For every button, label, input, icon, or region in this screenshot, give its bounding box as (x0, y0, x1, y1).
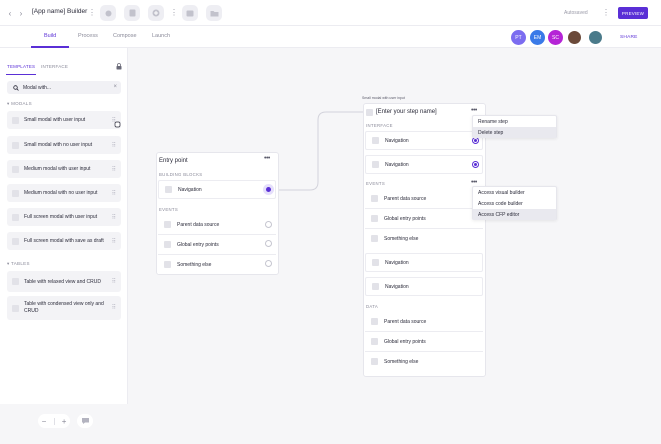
cfp-editor-item[interactable]: Access CFP editor (473, 209, 556, 220)
event-label: Navigation (385, 283, 409, 290)
step-name-input[interactable]: [Enter your step name] (376, 109, 437, 115)
delete-step-item[interactable]: Delete step (473, 127, 556, 138)
event-label: Navigation (385, 259, 409, 266)
block-label: Navigation (178, 186, 202, 193)
entry-point-title: Entry point (159, 158, 188, 164)
event-radio[interactable] (265, 240, 272, 247)
event-thumb (371, 215, 378, 222)
interface-label: INTERFACE (366, 123, 393, 128)
event-label: Global entry points (384, 215, 426, 222)
block-row[interactable]: Navigation (158, 180, 276, 199)
event-label: Global entry points (177, 241, 219, 248)
step-thumb (366, 109, 373, 116)
event-label: Parent data source (384, 195, 427, 202)
event-thumb (371, 235, 378, 242)
event-row[interactable]: Parent data source (158, 215, 276, 234)
interface-label-text: Navigation (385, 137, 409, 144)
interface-thumb (372, 137, 379, 144)
data-label-text: Something else (384, 358, 419, 365)
flow-connectors (274, 111, 367, 191)
entry-more-icon[interactable]: ••• (264, 155, 270, 162)
step-event-row[interactable]: Parent data source (365, 189, 483, 208)
step-more-icon[interactable]: ••• (471, 107, 477, 114)
step-event-row[interactable]: Navigation (365, 277, 483, 296)
entry-events-label: EVENTS (159, 207, 178, 212)
visual-builder-item[interactable]: Access visual builder (473, 187, 556, 198)
step-event-row[interactable]: Global entry points (365, 209, 483, 228)
event-thumb (372, 283, 379, 290)
event-label: Parent data source (177, 221, 220, 228)
event-radio[interactable] (265, 260, 272, 267)
event-label: Something else (384, 235, 419, 242)
interface-radio[interactable] (472, 161, 479, 168)
data-thumb (371, 318, 378, 325)
building-blocks-label: BUILDING BLOCKS (159, 172, 203, 177)
step-event-row[interactable]: Navigation (365, 253, 483, 272)
event-radio[interactable] (265, 221, 272, 228)
step-template-caption: Small modal with user input (362, 96, 405, 100)
data-thumb (371, 358, 378, 365)
event-thumb (164, 221, 171, 228)
events-more-icon[interactable]: ••• (471, 179, 477, 186)
zoom-divider (53, 417, 55, 425)
interface-label-text: Navigation (385, 161, 409, 168)
event-thumb (371, 195, 378, 202)
event-thumb (164, 261, 171, 268)
data-thumb (371, 338, 378, 345)
event-label: Something else (177, 261, 212, 268)
zoom-control: − + (38, 414, 70, 428)
interface-row[interactable]: Navigation (365, 155, 483, 174)
block-connector-radio[interactable] (263, 184, 274, 195)
interface-row[interactable]: Navigation (365, 131, 483, 150)
step-events-label: EVENTS (366, 181, 385, 186)
data-label: DATA (366, 304, 379, 309)
event-row[interactable]: Global entry points (158, 235, 276, 254)
event-row[interactable]: Something else (158, 255, 276, 274)
rename-step-item[interactable]: Rename step (473, 116, 556, 127)
code-builder-item[interactable]: Access code builder (473, 198, 556, 209)
interface-thumb (372, 161, 379, 168)
event-thumb (164, 241, 171, 248)
step-event-row[interactable]: Something else (365, 229, 483, 248)
data-row[interactable]: Global entry points (365, 332, 483, 351)
zoom-out-button[interactable]: − (42, 417, 47, 426)
data-row[interactable]: Something else (365, 352, 483, 371)
block-thumb (165, 186, 172, 193)
event-thumb (372, 259, 379, 266)
step-context-menu: Rename step Delete step (472, 115, 557, 138)
data-label-text: Parent data source (384, 318, 427, 325)
data-row[interactable]: Parent data source (365, 312, 483, 331)
interface-radio[interactable] (472, 137, 479, 144)
chat-icon[interactable] (77, 414, 93, 428)
events-context-menu: Access visual builder Access code builde… (472, 186, 557, 220)
data-label-text: Global entry points (384, 338, 426, 345)
zoom-in-button[interactable]: + (62, 417, 67, 426)
